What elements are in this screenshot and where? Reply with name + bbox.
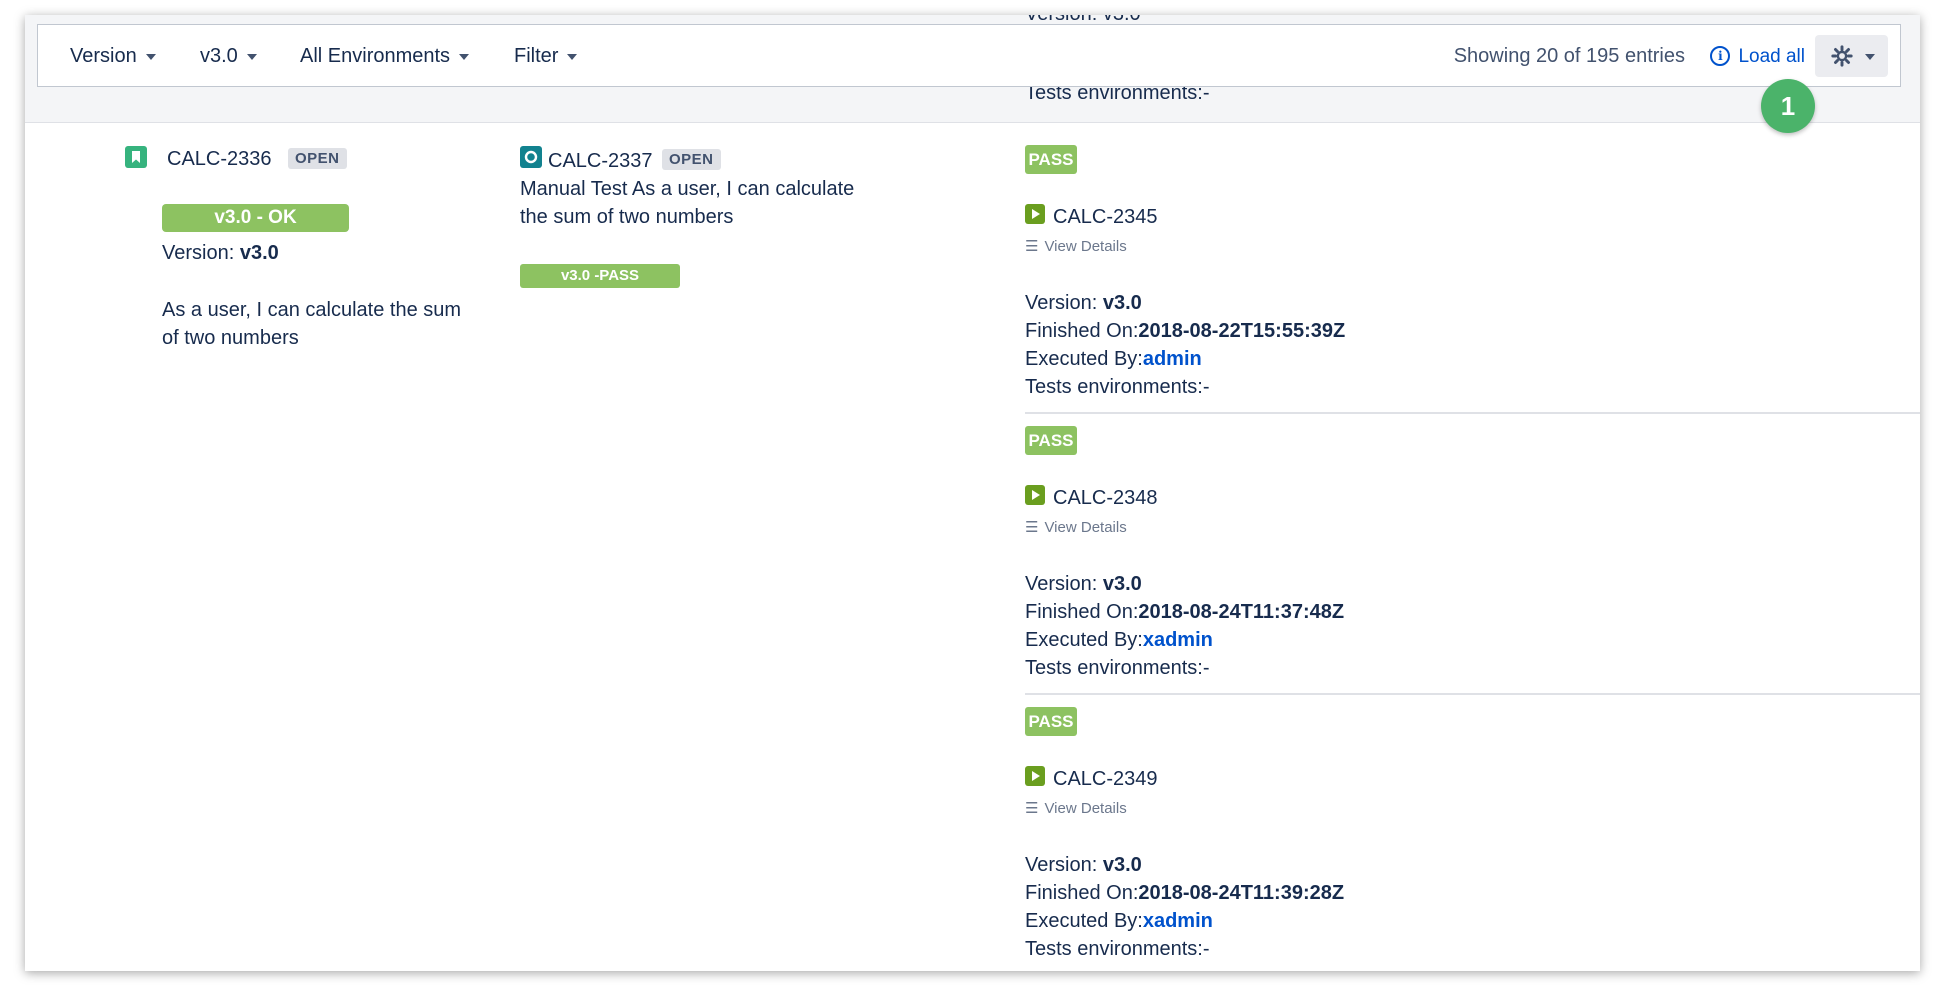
executor-link[interactable]: xadmin [1143, 629, 1213, 651]
chevron-down-icon [246, 53, 257, 60]
execution-finished-on: Finished On:2018-08-24T11:39:28Z [1025, 882, 1345, 904]
executor-link[interactable]: xadmin [1143, 910, 1213, 932]
execution-key-link[interactable]: CALC-2348 [1053, 484, 1158, 512]
execution-status-badge: PASS [1025, 707, 1077, 736]
gear-icon [1831, 45, 1853, 67]
test-execution-icon [1025, 766, 1045, 786]
filter-dropdown-label: Filter [514, 45, 559, 67]
story-summary: As a user, I can calculate the sum of tw… [162, 299, 462, 349]
details-icon: ☰ [1025, 800, 1039, 817]
details-icon: ☰ [1025, 519, 1039, 536]
chevron-down-icon [145, 53, 156, 60]
execution-key-link[interactable]: CALC-2349 [1053, 765, 1158, 793]
environment-dropdown-label: All Environments [300, 45, 451, 67]
version-dropdown[interactable]: Version [70, 25, 156, 88]
toolbar: Version v3.0 All Environments Filter Sho… [37, 24, 1901, 87]
story-status-badge: OPEN [288, 148, 347, 169]
load-all-label: Load all [1738, 46, 1805, 67]
divider [1025, 412, 1920, 414]
execution-environments: Tests environments:- [1025, 657, 1210, 679]
execution-executed-by: Executed By:xadmin [1025, 629, 1213, 651]
callout-badge: 1 [1761, 79, 1815, 133]
view-details-label: View Details [1044, 519, 1127, 536]
execution-executed-by: Executed By:admin [1025, 348, 1202, 370]
story-version: Version: v3.0 [162, 242, 279, 264]
divider [1025, 693, 1920, 695]
story-coverage-bar: v3.0 - OK [162, 204, 349, 232]
test-execution-icon [1025, 485, 1045, 505]
execution-executed-by: Executed By:xadmin [1025, 910, 1213, 932]
version-value-dropdown[interactable]: v3.0 [200, 25, 257, 88]
version-dropdown-label: Version [70, 45, 137, 67]
execution-environments: Tests environments:- [1025, 938, 1210, 960]
execution-finished-on: Finished On:2018-08-24T11:37:48Z [1025, 601, 1345, 623]
filter-dropdown[interactable]: Filter [514, 25, 578, 88]
view-details-label: View Details [1044, 238, 1127, 255]
chevron-down-icon [1865, 54, 1875, 60]
execution-status-badge: PASS [1025, 426, 1077, 455]
view-details-link[interactable]: ☰ View Details [1025, 237, 1127, 255]
story-key-link[interactable]: CALC-2336 [167, 145, 272, 173]
execution-environments: Tests environments:- [1025, 376, 1210, 398]
version-value-label: v3.0 [200, 45, 238, 67]
execution-version: Version: v3.0 [1025, 292, 1142, 314]
execution-version: Version: v3.0 [1025, 573, 1142, 595]
test-status-badge: OPEN [662, 149, 721, 170]
view-details-link[interactable]: ☰ View Details [1025, 799, 1127, 817]
chevron-down-icon [459, 53, 470, 60]
test-coverage-bar: v3.0 -PASS [520, 264, 680, 288]
entries-count: Showing 20 of 195 entries [1453, 45, 1685, 67]
view-details-link[interactable]: ☰ View Details [1025, 518, 1127, 536]
execution-finished-on: Finished On:2018-08-22T15:55:39Z [1025, 320, 1346, 342]
execution-key-link[interactable]: CALC-2345 [1053, 203, 1158, 231]
settings-button[interactable] [1815, 35, 1888, 77]
details-icon: ☰ [1025, 238, 1039, 255]
execution-version: Version: v3.0 [1025, 854, 1142, 876]
environment-dropdown[interactable]: All Environments [300, 25, 470, 88]
executor-link[interactable]: admin [1143, 348, 1202, 370]
test-icon [520, 146, 542, 168]
info-icon: i [1710, 46, 1731, 66]
test-key-link[interactable]: CALC-2337 [548, 147, 653, 175]
report-panel: Version: v3.0 Tests environments:- Versi… [25, 15, 1920, 971]
execution-status-badge: PASS [1025, 145, 1077, 174]
test-execution-icon [1025, 204, 1045, 224]
story-icon [125, 146, 147, 168]
view-details-label: View Details [1044, 800, 1127, 817]
test-summary: Manual Test As a user, I can calculate t… [520, 178, 855, 228]
chevron-down-icon [567, 53, 578, 60]
